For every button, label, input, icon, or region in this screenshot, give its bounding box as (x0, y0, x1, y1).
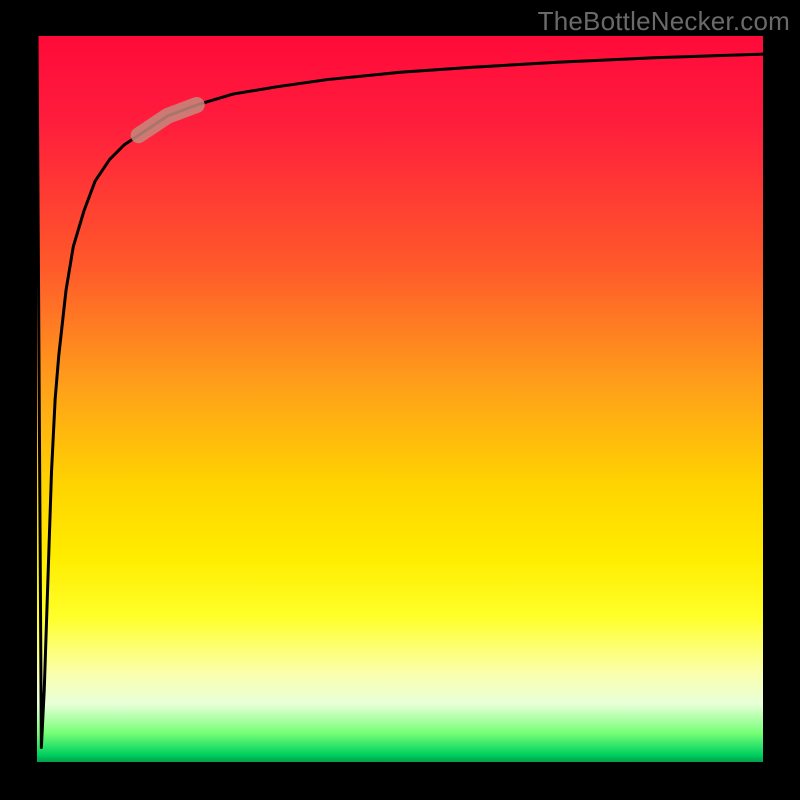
chart-frame: TheBottleNecker.com (0, 0, 800, 800)
watermark-text: TheBottleNecker.com (538, 6, 790, 37)
plot-area (37, 36, 763, 762)
curve-svg (37, 36, 763, 762)
curve-path (37, 36, 763, 747)
curve-highlight (139, 105, 197, 135)
